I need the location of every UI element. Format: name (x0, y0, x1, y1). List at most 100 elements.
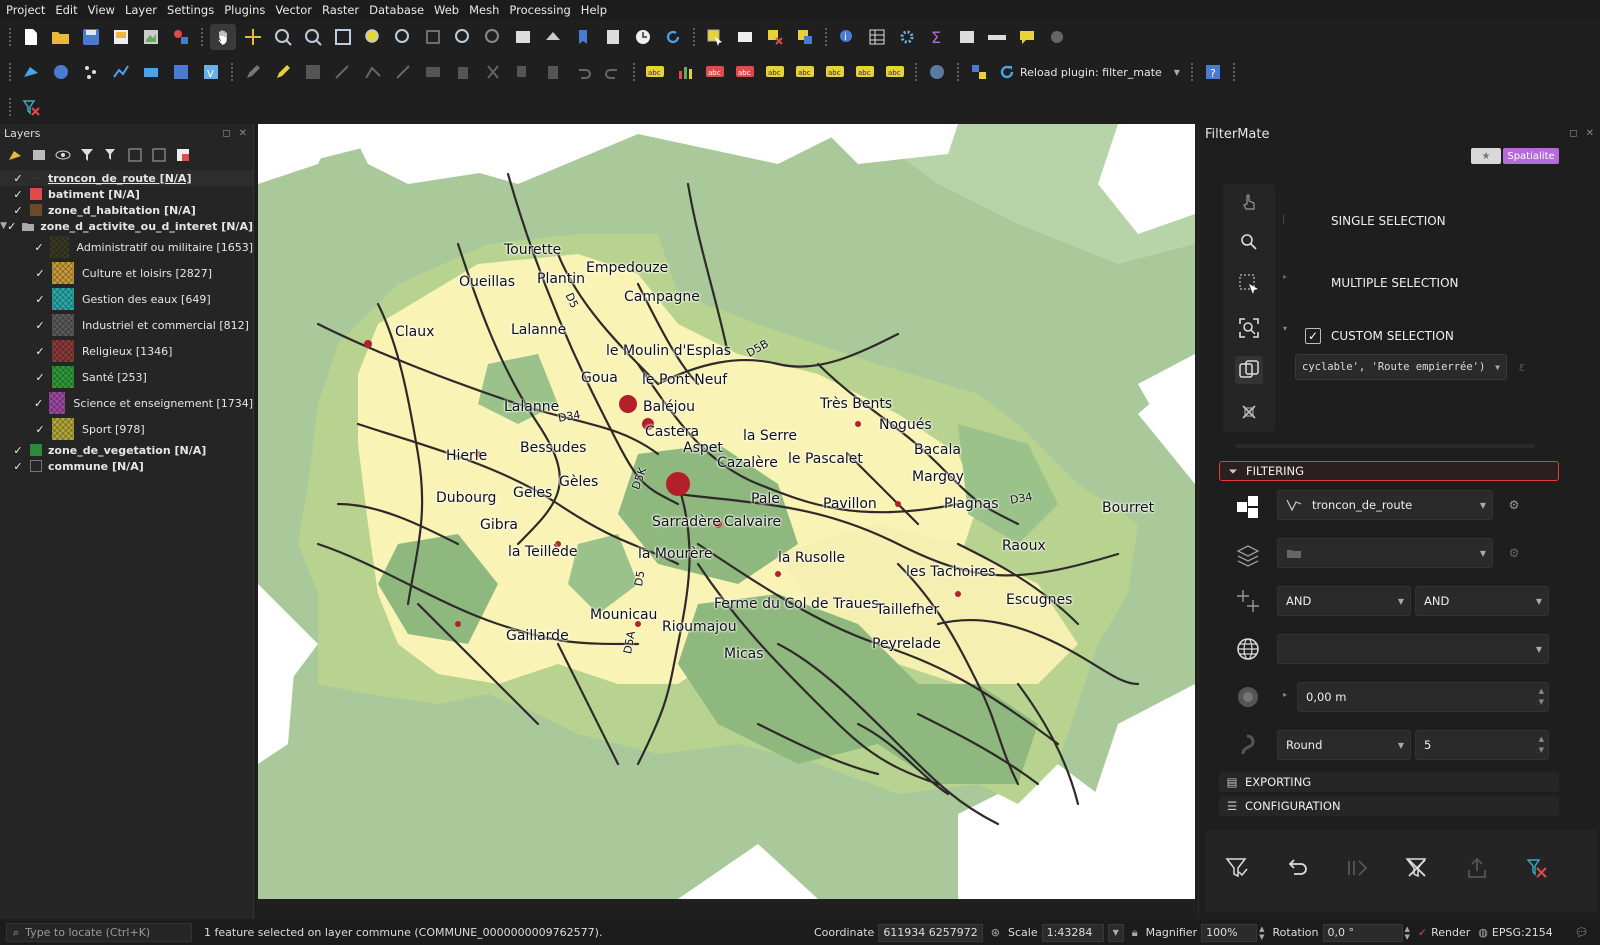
menu-help[interactable]: Help (581, 3, 607, 17)
layer-item-batiment[interactable]: ✓ batiment [N/A] (0, 186, 253, 202)
float-icon[interactable]: ◻ (1569, 128, 1577, 139)
buffer-cap-combo[interactable]: Round ▼ (1277, 730, 1411, 760)
map-tips-icon[interactable] (1014, 24, 1040, 50)
chevron-down-icon[interactable]: ▾ (1283, 324, 1287, 333)
statistics-sigma-icon[interactable]: Σ (924, 24, 950, 50)
apply-filter-icon[interactable] (1221, 852, 1253, 884)
attribute-table-icon[interactable] (864, 24, 890, 50)
menu-mesh[interactable]: Mesh (469, 3, 499, 17)
manage-visibility-eye-icon[interactable] (54, 146, 72, 164)
pointer-hand-icon[interactable] (1235, 188, 1263, 216)
combine-operator-combo[interactable]: AND ▼ (1277, 586, 1411, 616)
zoom-next-icon[interactable] (480, 24, 506, 50)
zoom-full-icon[interactable] (330, 24, 356, 50)
add-wms-icon[interactable] (48, 59, 74, 85)
add-polygon-layer-icon[interactable] (138, 59, 164, 85)
buffer-distance-spinbox[interactable]: 0,00 m ▲ ▼ (1297, 682, 1549, 712)
toolbar-handle[interactable] (824, 27, 828, 47)
copy-icon[interactable] (510, 59, 536, 85)
layers-settings-icon[interactable]: ⚙ (1505, 544, 1523, 562)
splitter[interactable] (1235, 444, 1535, 448)
checkbox[interactable]: ✓ (12, 172, 24, 185)
layer-item-zone-activite[interactable]: ▼ ✓ zone_d_activite_ou_d_interet [N/A] (0, 218, 253, 234)
coordinate-input[interactable]: 611934 6257972 (878, 923, 983, 942)
toolbox-gear-icon[interactable] (894, 24, 920, 50)
zoom-to-selection-icon[interactable] (1235, 314, 1263, 342)
custom-selection-checkbox[interactable]: ✓ (1305, 328, 1321, 344)
export-upload-icon[interactable] (1461, 852, 1493, 884)
geometric-predicates-combo[interactable]: ▼ (1277, 634, 1549, 664)
menu-settings[interactable]: Settings (167, 3, 214, 17)
menu-processing[interactable]: Processing (509, 3, 570, 17)
configuration-section-header[interactable]: ☰ CONFIGURATION (1219, 796, 1559, 816)
layer-item-zone-vegetation[interactable]: ✓ zone_de_vegetation [N/A] (0, 442, 253, 458)
new-project-icon[interactable] (18, 24, 44, 50)
label-abc-icon[interactable]: abc (642, 59, 668, 85)
layers-stack-icon[interactable] (1233, 540, 1263, 570)
python-console-icon[interactable] (966, 59, 992, 85)
save-edits-icon[interactable] (300, 59, 326, 85)
layout-manager-icon[interactable] (138, 24, 164, 50)
single-selection-label[interactable]: SINGLE SELECTION (1331, 214, 1446, 228)
legend-category-item[interactable]: ✓ Culture et loisirs [2827] (0, 260, 253, 286)
label-show-icon[interactable]: abc (732, 59, 758, 85)
checkbox[interactable]: ✓ (34, 293, 46, 306)
label-rotate-icon[interactable]: abc (792, 59, 818, 85)
label-properties-icon[interactable]: abc (852, 59, 878, 85)
label-pin-icon[interactable]: abc (702, 59, 728, 85)
chevron-right-icon[interactable]: ▸ (1283, 272, 1287, 281)
label-move-icon[interactable]: abc (762, 59, 788, 85)
chevron-down-icon[interactable]: ▼ (1480, 549, 1486, 558)
multiple-selection-label[interactable]: MULTIPLE SELECTION (1331, 276, 1459, 290)
add-grid-icon[interactable] (168, 59, 194, 85)
attribute-edit-icon[interactable] (420, 59, 446, 85)
deselect-icon[interactable] (762, 24, 788, 50)
menu-layer[interactable]: Layer (125, 3, 157, 17)
open-project-icon[interactable] (48, 24, 74, 50)
show-bookmarks-icon[interactable] (600, 24, 626, 50)
layer-lock-icon[interactable]: ⚙ (1505, 496, 1523, 514)
remove-layer-icon[interactable] (174, 146, 192, 164)
menu-raster[interactable]: Raster (322, 3, 359, 17)
filtermate-about-icon[interactable] (1521, 852, 1553, 884)
temporal-icon[interactable] (630, 24, 656, 50)
clear-selection-icon[interactable] (1235, 398, 1263, 426)
buffer-icon[interactable] (1233, 682, 1263, 712)
chevron-down-icon[interactable]: ▼ (1495, 363, 1500, 372)
linked-layers-icon[interactable] (1235, 356, 1263, 384)
cut-icon[interactable] (480, 59, 506, 85)
help-icon[interactable]: ? (1200, 59, 1226, 85)
map-canvas[interactable]: Tourette Empedouze Oueillas Plantin Campagne… (258, 124, 1195, 899)
chevron-down-icon[interactable]: ▼ (1536, 597, 1542, 606)
spin-arrows-icon[interactable]: ▲ ▼ (1259, 925, 1264, 941)
combine-operator-icon[interactable] (1233, 586, 1263, 616)
label-change-icon[interactable]: abc (822, 59, 848, 85)
render-field[interactable]: ✓ Render (1418, 926, 1470, 939)
chevron-down-icon[interactable]: ▼ (1398, 741, 1404, 750)
measure-icon[interactable] (984, 24, 1010, 50)
select-rectangle-icon[interactable] (1235, 270, 1263, 298)
chevron-down-icon[interactable]: ▼ (1174, 68, 1180, 77)
filtermate-plugin-icon[interactable] (18, 94, 44, 120)
filter-legend-icon[interactable] (78, 146, 96, 164)
refresh-icon[interactable] (660, 24, 686, 50)
legend-category-item[interactable]: ✓ Administratif ou militaire [1653] (0, 234, 253, 260)
toolbar-handle[interactable] (1189, 62, 1194, 82)
spin-arrows-icon[interactable]: ▲ ▼ (1539, 686, 1544, 708)
undo-icon[interactable] (570, 59, 596, 85)
close-icon[interactable]: ✕ (1586, 128, 1594, 139)
custom-selection-label[interactable]: CUSTOM SELECTION (1331, 329, 1454, 343)
collapse-all-icon[interactable] (150, 146, 168, 164)
menu-database[interactable]: Database (369, 3, 424, 17)
checkbox[interactable]: ✓ (34, 319, 46, 332)
toolbar-handle[interactable] (914, 62, 918, 82)
vertex-tool-icon[interactable] (360, 59, 386, 85)
spin-arrows-icon[interactable]: ▲ ▼ (1405, 925, 1410, 941)
chevron-down-icon[interactable]: ▼ (1107, 923, 1124, 942)
toolbar-handle[interactable] (8, 62, 12, 82)
favorite-badge[interactable]: ★ (1471, 148, 1501, 164)
checkbox[interactable]: ✓ (34, 371, 46, 384)
toggle-editing-pencil-icon[interactable] (270, 59, 296, 85)
save-project-icon[interactable] (78, 24, 104, 50)
expression-builder-icon[interactable]: ε (1513, 358, 1531, 376)
